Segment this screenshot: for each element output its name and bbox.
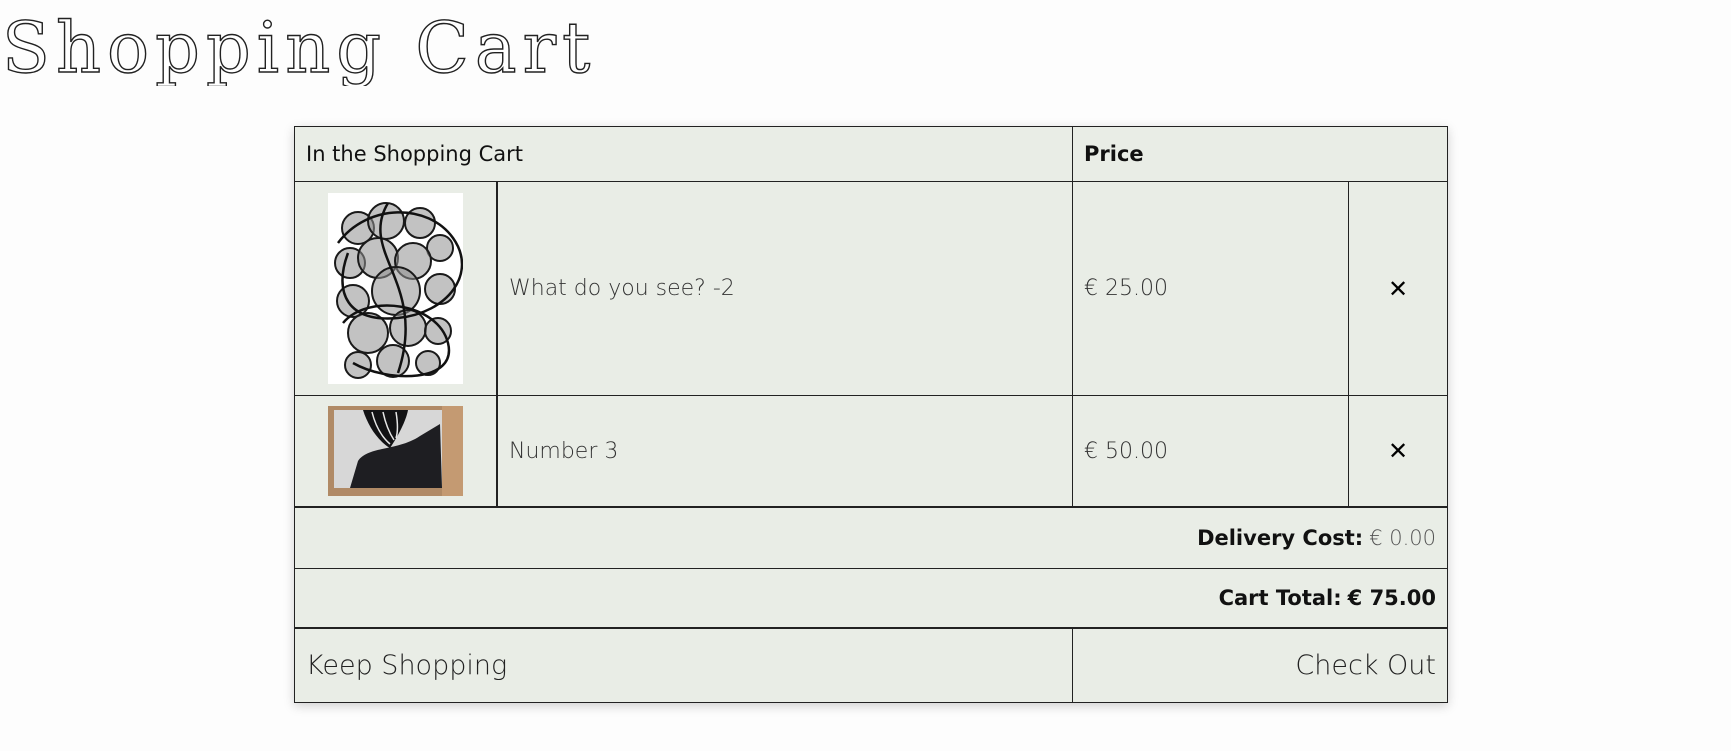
close-icon[interactable]: ✕ — [1388, 275, 1408, 303]
delivery-cost-value: € 0.00 — [1369, 526, 1436, 550]
cart-total-row: Cart Total: € 75.00 — [295, 569, 1447, 629]
cart-total-value: € 75.00 — [1347, 586, 1436, 610]
cart-item-price: € 25.00 — [1073, 182, 1349, 395]
cart-item-price: € 50.00 — [1073, 396, 1349, 506]
cart-item-name[interactable]: Number 3 — [498, 396, 1073, 506]
delivery-cost-label: Delivery Cost: — [1197, 526, 1364, 550]
logo-artwork: Shopping Cart — [1, 6, 596, 89]
cart-item-thumbnail-cell — [295, 182, 498, 395]
artwork-thumbnail-circles[interactable] — [328, 193, 463, 384]
cart-item-row: Number 3 € 50.00 ✕ — [295, 396, 1447, 508]
cart-header-row: In the Shopping Cart Price — [295, 127, 1447, 182]
logo-text: Shopping Cart — [2, 7, 596, 86]
cart-item-name[interactable]: What do you see? -2 — [498, 182, 1073, 395]
check-out-button[interactable]: Check Out — [1073, 629, 1447, 702]
cart-total-label: Cart Total: — [1218, 586, 1342, 610]
cart-header-title: In the Shopping Cart — [295, 127, 1073, 181]
remove-item-button[interactable]: ✕ — [1349, 396, 1447, 506]
cart-item-thumbnail-cell — [295, 396, 498, 506]
site-logo[interactable]: Shopping Cart — [0, 6, 600, 89]
cart-item-row: What do you see? -2 € 25.00 ✕ — [295, 182, 1447, 396]
remove-item-button[interactable]: ✕ — [1349, 182, 1447, 395]
page: Shopping Cart In the Shopping Cart Price — [0, 0, 1731, 751]
close-icon[interactable]: ✕ — [1388, 437, 1408, 465]
keep-shopping-button[interactable]: Keep Shopping — [295, 629, 1073, 702]
shopping-cart-panel: In the Shopping Cart Price What do you s… — [294, 126, 1448, 703]
cart-header-price: Price — [1084, 142, 1144, 166]
artwork-thumbnail-figure[interactable] — [328, 406, 463, 496]
delivery-cost-row: Delivery Cost: € 0.00 — [295, 508, 1447, 569]
cart-actions-row: Keep Shopping Check Out — [295, 629, 1447, 702]
